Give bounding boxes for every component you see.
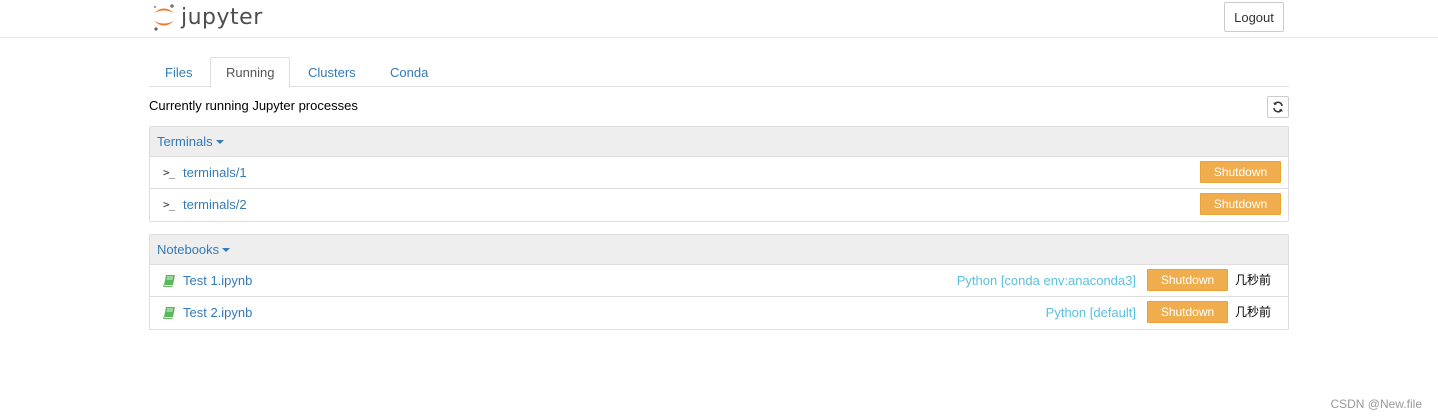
caret-down-icon bbox=[222, 247, 231, 252]
shutdown-button[interactable]: Shutdown bbox=[1147, 301, 1228, 323]
notebook-row: Test 2.ipynb Python [default] Shutdown 几… bbox=[150, 297, 1288, 329]
watermark: CSDN @New.file bbox=[1330, 397, 1422, 411]
page-subtitle: Currently running Jupyter processes bbox=[149, 98, 358, 113]
terminal-icon: >_ bbox=[163, 198, 175, 211]
terminal-link[interactable]: terminals/1 bbox=[183, 157, 247, 188]
tab-conda[interactable]: Conda bbox=[374, 57, 444, 87]
terminal-link[interactable]: terminals/2 bbox=[183, 189, 247, 220]
terminals-header[interactable]: Terminals bbox=[150, 127, 1288, 157]
notebook-link[interactable]: Test 2.ipynb bbox=[183, 297, 252, 328]
kernel-label: Python [default] bbox=[1045, 305, 1136, 320]
tab-running[interactable]: Running bbox=[210, 57, 291, 88]
tab-files[interactable]: Files bbox=[149, 57, 208, 87]
jupyter-logo[interactable]: jupyter bbox=[151, 2, 263, 32]
notebook-link[interactable]: Test 1.ipynb bbox=[183, 265, 252, 296]
header-bar: jupyter Logout bbox=[0, 0, 1438, 38]
notebooks-header-label: Notebooks bbox=[157, 242, 220, 257]
caret-down-icon bbox=[215, 139, 224, 144]
tab-bar: Files Running Clusters Conda bbox=[149, 57, 1289, 88]
jupyter-logo-icon bbox=[153, 4, 174, 31]
logout-button[interactable]: Logout bbox=[1224, 2, 1284, 32]
book-icon bbox=[162, 306, 179, 320]
shutdown-button[interactable]: Shutdown bbox=[1200, 193, 1281, 215]
book-icon bbox=[162, 274, 179, 288]
refresh-button[interactable] bbox=[1267, 96, 1289, 118]
terminal-row: >_ terminals/1 Shutdown bbox=[150, 157, 1288, 189]
kernel-label: Python [conda env:anaconda3] bbox=[956, 273, 1136, 288]
last-activity: 几秒前 bbox=[1235, 305, 1272, 319]
shutdown-button[interactable]: Shutdown bbox=[1147, 269, 1228, 291]
notebooks-header[interactable]: Notebooks bbox=[150, 235, 1288, 265]
terminal-icon: >_ bbox=[163, 166, 175, 179]
logo-text: jupyter bbox=[181, 4, 263, 30]
last-activity: 几秒前 bbox=[1235, 273, 1272, 287]
notebooks-panel: Notebooks Test 1.ipynb Python [conda env… bbox=[149, 234, 1289, 330]
terminals-header-label: Terminals bbox=[157, 134, 213, 149]
notebook-row: Test 1.ipynb Python [conda env:anaconda3… bbox=[150, 265, 1288, 297]
shutdown-button[interactable]: Shutdown bbox=[1200, 161, 1281, 183]
terminals-panel: Terminals >_ terminals/1 Shutdown >_ ter… bbox=[149, 126, 1289, 222]
tab-clusters[interactable]: Clusters bbox=[292, 57, 372, 87]
refresh-icon bbox=[1273, 101, 1283, 113]
terminal-row: >_ terminals/2 Shutdown bbox=[150, 189, 1288, 221]
